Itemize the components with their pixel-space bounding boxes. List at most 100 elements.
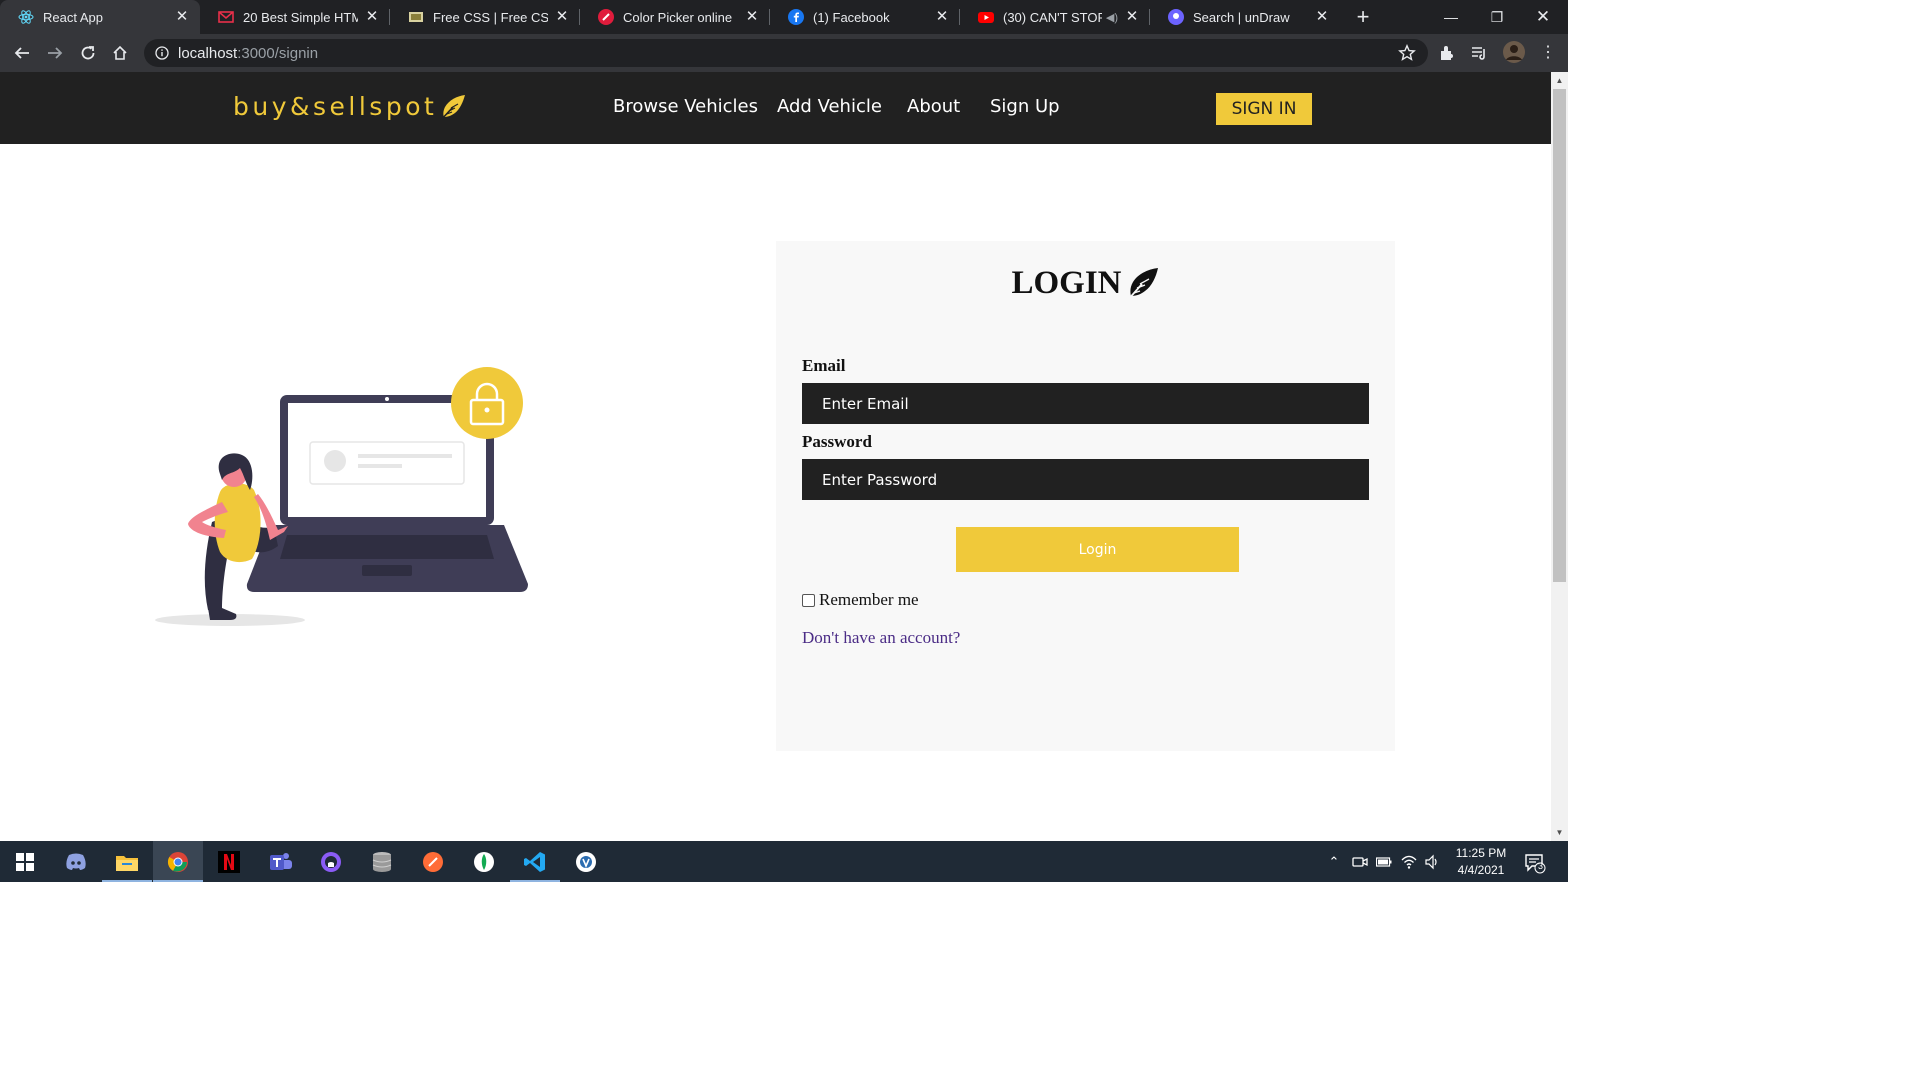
info-icon[interactable] bbox=[154, 45, 170, 61]
extensions-icon[interactable] bbox=[1438, 44, 1456, 62]
page-viewport: buy&sellspot Browse Vehicles Add Vehicle… bbox=[0, 72, 1551, 841]
tab-youtube[interactable]: (30) CAN'T STOP T ◀) ✕ bbox=[960, 0, 1150, 34]
profile-avatar[interactable] bbox=[1503, 41, 1525, 63]
nav-sign-up[interactable]: Sign Up bbox=[990, 96, 1060, 117]
notification-count: 3 bbox=[1537, 861, 1543, 871]
laptop-keyboard bbox=[280, 535, 494, 559]
speaker-icon[interactable]: ◀) bbox=[1106, 11, 1118, 24]
tab-color-picker[interactable]: Color Picker online ✕ bbox=[580, 0, 770, 34]
close-icon[interactable]: ✕ bbox=[1314, 9, 1330, 25]
back-button[interactable] bbox=[10, 41, 34, 65]
forward-arrow-icon bbox=[48, 47, 63, 59]
email-field[interactable]: Enter Email bbox=[802, 383, 1369, 424]
system-clock[interactable]: 11:25 PM 4/4/2021 bbox=[1440, 845, 1522, 879]
person-knee-highlight bbox=[232, 590, 248, 606]
running-indicator bbox=[153, 880, 203, 882]
tab-facebook[interactable]: (1) Facebook ✕ bbox=[770, 0, 960, 34]
browser-tab-strip: React App ✕ 20 Best Simple HTML W ✕ Free… bbox=[0, 0, 1568, 34]
nav-browse-vehicles[interactable]: Browse Vehicles bbox=[613, 96, 758, 117]
scrollbar-thumb[interactable] bbox=[1553, 89, 1566, 582]
screen-card-line bbox=[358, 454, 452, 458]
tab-undraw[interactable]: Search | unDraw ✕ bbox=[1150, 0, 1340, 34]
home-button[interactable] bbox=[108, 41, 132, 65]
person-foot bbox=[208, 608, 237, 620]
laptop-camera bbox=[385, 397, 389, 401]
tab-title: 20 Best Simple HTML W bbox=[243, 9, 358, 25]
address-bar[interactable]: localhost:3000/signin bbox=[144, 39, 1428, 67]
brand-logo[interactable]: buy&sellspot bbox=[233, 92, 467, 121]
tab-html-templates[interactable]: 20 Best Simple HTML W ✕ bbox=[200, 0, 390, 34]
close-icon[interactable]: ✕ bbox=[364, 9, 380, 25]
nav-add-vehicle[interactable]: Add Vehicle bbox=[777, 96, 882, 117]
bookmark-star-icon[interactable] bbox=[1398, 44, 1416, 62]
database-icon[interactable] bbox=[357, 841, 407, 882]
github-desktop-icon[interactable] bbox=[306, 841, 356, 882]
app-icon[interactable] bbox=[561, 841, 611, 882]
email-label: Email bbox=[802, 356, 846, 375]
minimize-button[interactable]: — bbox=[1428, 0, 1474, 34]
postman-icon[interactable] bbox=[408, 841, 458, 882]
forward-button[interactable] bbox=[43, 41, 67, 65]
battery-icon[interactable] bbox=[1375, 854, 1392, 870]
nav-about[interactable]: About bbox=[907, 96, 960, 117]
screen-card-avatar bbox=[324, 450, 346, 472]
remember-me-checkbox[interactable] bbox=[802, 593, 815, 607]
page-scrollbar[interactable]: ▲ ▼ bbox=[1551, 72, 1568, 841]
tab-title: (1) Facebook bbox=[813, 9, 890, 25]
tab-free-css[interactable]: Free CSS | Free CSS Ter ✕ bbox=[390, 0, 580, 34]
login-title-text: LOGIN bbox=[1011, 265, 1122, 301]
remember-me[interactable]: Remember me bbox=[802, 590, 919, 610]
youtube-icon bbox=[978, 9, 994, 25]
meet-now-icon[interactable] bbox=[1352, 854, 1368, 870]
windows-taskbar: ⌃ 11:25 PM 4/4/2021 3 bbox=[0, 841, 1568, 882]
close-icon[interactable]: ✕ bbox=[1124, 9, 1140, 25]
laptop-trackpad bbox=[362, 565, 412, 576]
password-field[interactable]: Enter Password bbox=[802, 459, 1369, 500]
login-illustration bbox=[155, 367, 528, 626]
notification-center-icon[interactable]: 3 bbox=[1524, 852, 1546, 874]
react-icon bbox=[18, 9, 34, 25]
tab-title: React App bbox=[43, 9, 103, 25]
scroll-up-icon[interactable]: ▲ bbox=[1555, 76, 1564, 85]
scroll-down-icon[interactable]: ▼ bbox=[1555, 828, 1564, 837]
close-icon[interactable]: ✕ bbox=[744, 9, 760, 25]
wifi-icon[interactable] bbox=[1401, 854, 1417, 870]
file-explorer-icon[interactable] bbox=[102, 841, 152, 882]
netflix-icon[interactable] bbox=[204, 841, 254, 882]
clock-time: 11:25 PM bbox=[1455, 846, 1507, 860]
chrome-icon[interactable] bbox=[153, 841, 203, 882]
tab-title: (30) CAN'T STOP T bbox=[1003, 9, 1102, 25]
teams-icon[interactable] bbox=[255, 841, 305, 882]
close-icon[interactable]: ✕ bbox=[174, 9, 190, 25]
reload-icon bbox=[81, 46, 95, 60]
facebook-icon bbox=[788, 9, 804, 25]
close-window-button[interactable]: ✕ bbox=[1520, 0, 1566, 34]
sign-in-button[interactable]: SIGN IN bbox=[1216, 93, 1312, 125]
login-button[interactable]: Login bbox=[956, 527, 1239, 572]
volume-icon[interactable] bbox=[1424, 854, 1440, 870]
vscode-icon[interactable] bbox=[510, 841, 560, 882]
feather-icon bbox=[440, 94, 466, 121]
restore-button[interactable]: ❐ bbox=[1474, 0, 1520, 34]
close-icon[interactable]: ✕ bbox=[554, 9, 570, 25]
reload-button[interactable] bbox=[76, 41, 100, 65]
url-host: localhost bbox=[178, 44, 238, 62]
show-hidden-icons-icon[interactable]: ⌃ bbox=[1326, 854, 1342, 870]
url-path: :3000/signin bbox=[237, 44, 319, 62]
close-icon[interactable]: ✕ bbox=[934, 9, 950, 25]
reading-list-icon[interactable] bbox=[1470, 44, 1488, 62]
windows-start-icon[interactable] bbox=[0, 841, 50, 882]
tab-react-app[interactable]: React App ✕ bbox=[0, 0, 200, 34]
running-indicator bbox=[102, 880, 152, 882]
tab-title: Free CSS | Free CSS Ter bbox=[433, 9, 548, 25]
signup-link[interactable]: Don't have an account? bbox=[802, 628, 960, 648]
password-label: Password bbox=[802, 432, 872, 451]
undraw-icon bbox=[1168, 9, 1184, 25]
browser-toolbar: localhost:3000/signin ⋮ bbox=[0, 34, 1568, 72]
discord-icon[interactable] bbox=[51, 841, 101, 882]
browser-menu-icon[interactable]: ⋮ bbox=[1540, 44, 1556, 62]
feather-icon bbox=[1125, 267, 1158, 302]
clock-date: 4/4/2021 bbox=[1457, 863, 1505, 877]
mongodb-compass-icon[interactable] bbox=[459, 841, 509, 882]
new-tab-button[interactable]: + bbox=[1352, 6, 1374, 28]
